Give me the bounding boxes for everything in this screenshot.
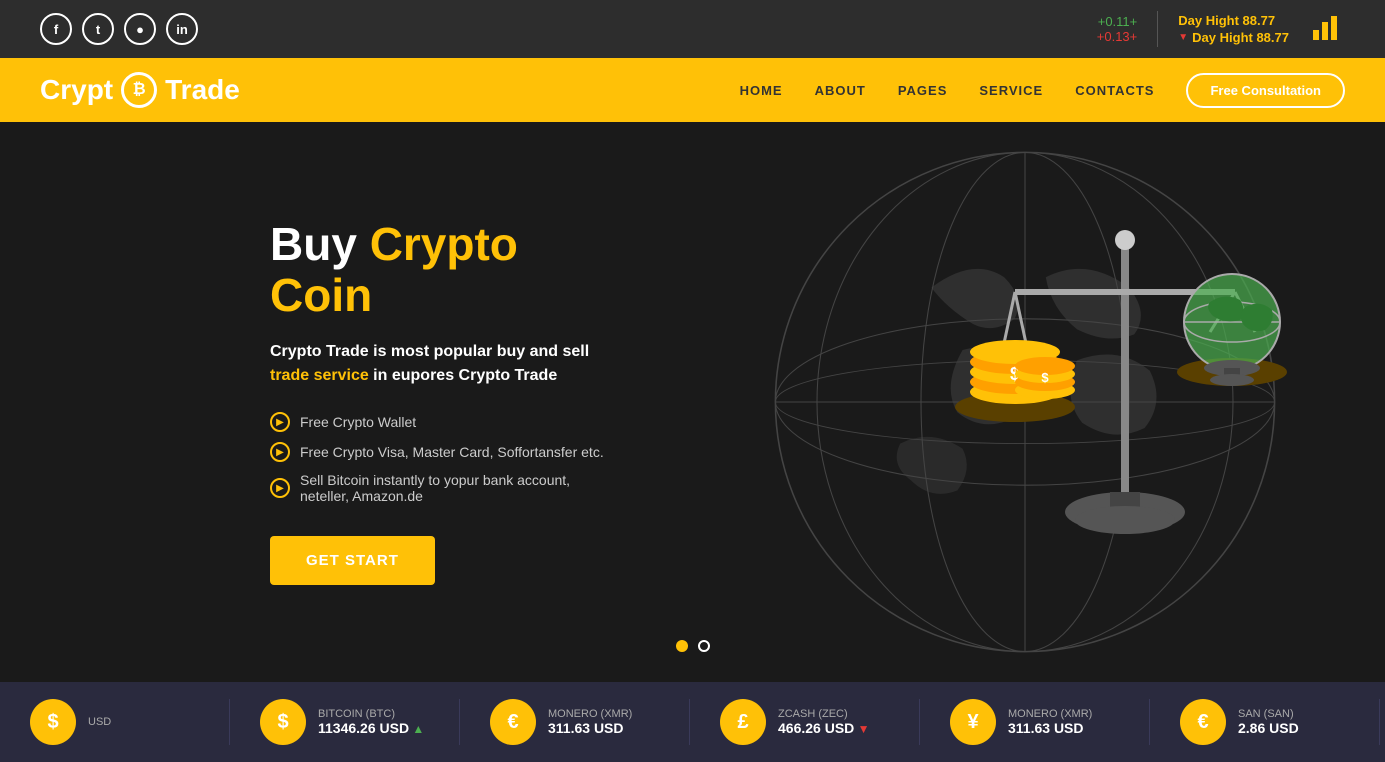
ticker-price-5: 2.86 USD bbox=[1238, 720, 1299, 736]
nav-contacts[interactable]: CONTACTS bbox=[1075, 83, 1154, 98]
hero-content: Buy Crypto Coin Crypto Trade is most pop… bbox=[0, 159, 620, 645]
ticker-info-1: BITCOIN (BTC) 11346.26 USD ▲ bbox=[318, 708, 424, 736]
ticker-name-5: SAN (SAN) bbox=[1238, 708, 1299, 720]
carousel-dots bbox=[676, 640, 710, 652]
social-icons: f t ● in bbox=[40, 13, 198, 45]
divider bbox=[1157, 11, 1158, 47]
ticker-info-0: USD bbox=[88, 716, 111, 728]
get-start-button[interactable]: GET START bbox=[270, 536, 435, 585]
arrow-down-icon: ▼ bbox=[1178, 32, 1188, 43]
hero-title: Buy Crypto Coin bbox=[270, 219, 620, 320]
ticker-down: +0.13+ bbox=[1097, 29, 1138, 44]
ticker-item-6: ₿ LTCU (LTCU) 0.08180653 USD bbox=[1380, 699, 1385, 745]
ticker-price-3: 466.26 USD ▼ bbox=[778, 720, 870, 736]
ticker-price-1: 11346.26 USD ▲ bbox=[318, 720, 424, 736]
ticker-price-4: 311.63 USD bbox=[1008, 720, 1092, 736]
day-high-down: ▼ Day Hight 88.77 bbox=[1178, 30, 1289, 45]
brand-icon: ₿ bbox=[121, 72, 157, 108]
ticker-name-0: USD bbox=[88, 716, 111, 728]
ticker-item-0: $ USD bbox=[0, 699, 230, 745]
dot-1[interactable] bbox=[676, 640, 688, 652]
ticker-item-5: € SAN (SAN) 2.86 USD bbox=[1150, 699, 1380, 745]
ticker-info-5: SAN (SAN) 2.86 USD bbox=[1238, 708, 1299, 736]
chart-icon bbox=[1309, 8, 1345, 51]
xmr-icon: € bbox=[490, 699, 536, 745]
top-bar: f t ● in +0.11+ +0.13+ Day Hight 88.77 ▼… bbox=[0, 0, 1385, 58]
nav-service[interactable]: SERVICE bbox=[979, 83, 1043, 98]
ticker-info-4: MONERO (XMR) 311.63 USD bbox=[1008, 708, 1092, 736]
feature-icon-1: ▶ bbox=[270, 412, 290, 432]
day-high-section: Day Hight 88.77 ▼ Day Hight 88.77 bbox=[1178, 13, 1289, 45]
ticker-section: +0.11+ +0.13+ bbox=[1097, 14, 1138, 44]
scale-illustration: $ $ bbox=[945, 212, 1305, 592]
hero-title-plain: Buy bbox=[270, 218, 370, 270]
nav-home[interactable]: HOME bbox=[740, 83, 783, 98]
linkedin-icon[interactable]: in bbox=[166, 13, 198, 45]
dot-2[interactable] bbox=[698, 640, 710, 652]
hero-subtitle: Crypto Trade is most popular buy and sel… bbox=[270, 340, 620, 388]
feature-3: ▶ Sell Bitcoin instantly to yopur bank a… bbox=[270, 472, 620, 504]
feature-icon-2: ▶ bbox=[270, 442, 290, 462]
brand-text: Crypt bbox=[40, 74, 113, 106]
san-icon: € bbox=[1180, 699, 1226, 745]
ticker-price-2: 311.63 USD bbox=[548, 720, 632, 736]
hero-features: ▶ Free Crypto Wallet ▶ Free Crypto Visa,… bbox=[270, 412, 620, 504]
svg-text:$: $ bbox=[1041, 370, 1049, 385]
ticker-info-3: ZCASH (ZEC) 466.26 USD ▼ bbox=[778, 708, 870, 736]
instagram-icon[interactable]: ● bbox=[124, 13, 156, 45]
day-high-down-label: Day Hight 88.77 bbox=[1192, 30, 1289, 45]
ticker-items: $ USD $ BITCOIN (BTC) 11346.26 USD ▲ € M… bbox=[0, 699, 1385, 745]
nav-about[interactable]: ABOUT bbox=[815, 83, 866, 98]
feature-1: ▶ Free Crypto Wallet bbox=[270, 412, 620, 432]
xmr2-icon: ¥ bbox=[950, 699, 996, 745]
ticker-name-3: ZCASH (ZEC) bbox=[778, 708, 870, 720]
ticker-item-3: £ ZCASH (ZEC) 466.26 USD ▼ bbox=[690, 699, 920, 745]
ticker-info-2: MONERO (XMR) 311.63 USD bbox=[548, 708, 632, 736]
ticker-bar: $ USD $ BITCOIN (BTC) 11346.26 USD ▲ € M… bbox=[0, 682, 1385, 762]
navbar: Crypt ₿ Trade HOME ABOUT PAGES SERVICE C… bbox=[0, 58, 1385, 122]
ticker-name-4: MONERO (XMR) bbox=[1008, 708, 1092, 720]
ticker-up: +0.11+ bbox=[1098, 14, 1138, 29]
btc-icon-1: $ bbox=[260, 699, 306, 745]
nav-pages[interactable]: PAGES bbox=[898, 83, 948, 98]
nav-links: HOME ABOUT PAGES SERVICE CONTACTS Free C… bbox=[740, 73, 1345, 108]
ticker-item-1: $ BITCOIN (BTC) 11346.26 USD ▲ bbox=[230, 699, 460, 745]
feature-2: ▶ Free Crypto Visa, Master Card, Soffort… bbox=[270, 442, 620, 462]
btc-icon: $ bbox=[30, 699, 76, 745]
ticker-name-2: MONERO (XMR) bbox=[548, 708, 632, 720]
hero-section: Buy Crypto Coin Crypto Trade is most pop… bbox=[0, 122, 1385, 682]
facebook-icon[interactable]: f bbox=[40, 13, 72, 45]
day-high-up: Day Hight 88.77 bbox=[1178, 13, 1289, 28]
brand-suffix: Trade bbox=[165, 74, 240, 106]
ticker-name-1: BITCOIN (BTC) bbox=[318, 708, 424, 720]
ticker-item-2: € MONERO (XMR) 311.63 USD bbox=[460, 699, 690, 745]
free-consultation-button[interactable]: Free Consultation bbox=[1186, 73, 1345, 108]
zec-icon: £ bbox=[720, 699, 766, 745]
feature-icon-3: ▶ bbox=[270, 478, 290, 498]
twitter-icon[interactable]: t bbox=[82, 13, 114, 45]
brand: Crypt ₿ Trade bbox=[40, 72, 240, 108]
top-right: +0.11+ +0.13+ Day Hight 88.77 ▼ Day High… bbox=[1097, 8, 1345, 51]
ticker-item-4: ¥ MONERO (XMR) 311.63 USD bbox=[920, 699, 1150, 745]
